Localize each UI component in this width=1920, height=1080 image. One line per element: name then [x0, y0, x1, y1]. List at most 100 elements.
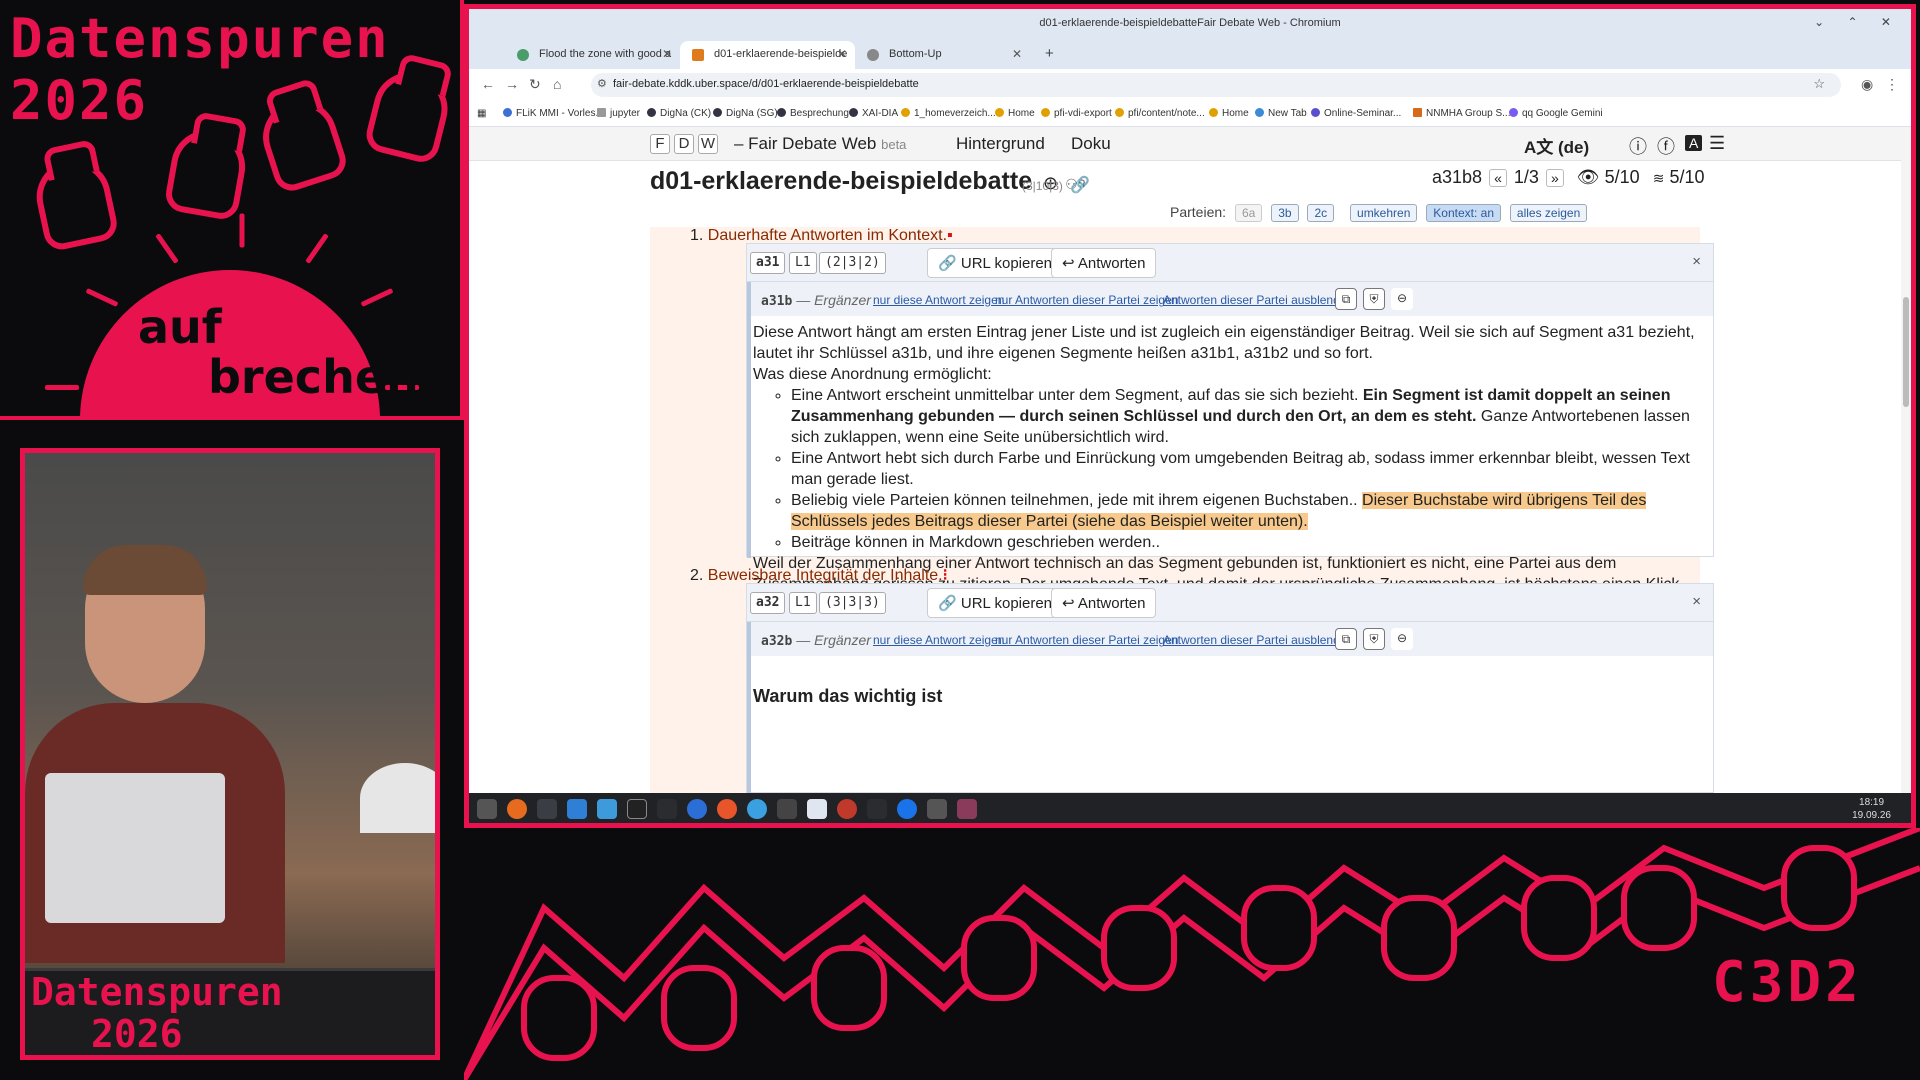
- copy-icon[interactable]: ⧉: [1335, 288, 1357, 310]
- hamburger-menu-icon[interactable]: ☰: [1709, 133, 1725, 154]
- nav-letter-d[interactable]: D: [674, 134, 694, 154]
- document-icon[interactable]: [807, 799, 827, 819]
- tools-icon[interactable]: [777, 799, 797, 819]
- bookmark-item[interactable]: Home: [1209, 108, 1249, 119]
- screen-recorder-icon[interactable]: [957, 799, 977, 819]
- segment-key-badge[interactable]: a31: [750, 252, 786, 274]
- reload-icon[interactable]: ↻: [529, 76, 541, 93]
- close-icon[interactable]: ×: [1692, 253, 1701, 270]
- party-2c-toggle[interactable]: 2c: [1307, 204, 1335, 222]
- scrollbar-thumb[interactable]: [1903, 297, 1909, 407]
- prev-button[interactable]: «: [1489, 169, 1507, 187]
- page-scrollbar[interactable]: [1901, 127, 1911, 793]
- terminal-icon[interactable]: [537, 799, 557, 819]
- window-controls[interactable]: ⌄ ⌃ ✕: [1814, 15, 1901, 29]
- bookmark-item[interactable]: jupyter: [597, 108, 640, 119]
- bookmark-item[interactable]: New Tab: [1255, 108, 1307, 119]
- font-size-icon[interactable]: A: [1685, 135, 1703, 151]
- link-doku[interactable]: Doku: [1071, 134, 1111, 154]
- show-all-button[interactable]: alles zeigen: [1509, 204, 1588, 222]
- launcher-icon[interactable]: [477, 799, 497, 819]
- bookmark-item[interactable]: DigNa (SG): [713, 108, 778, 119]
- shield-app-icon[interactable]: [837, 799, 857, 819]
- browser-icon[interactable]: [687, 799, 707, 819]
- files-icon[interactable]: [567, 799, 587, 819]
- bookmark-item[interactable]: qq Google Gemini: [1509, 108, 1603, 119]
- bookmark-item[interactable]: XAI-DIA: [849, 108, 898, 119]
- segment-marker-icon[interactable]: ⁝: [943, 567, 948, 584]
- contribution-navigator: a31b8 « 1/3 » 👁 5/10 ≋ 5/10: [1432, 167, 1704, 188]
- edge-icon[interactable]: [747, 799, 767, 819]
- tab-close-icon[interactable]: ✕: [1012, 47, 1022, 61]
- reverse-button[interactable]: umkehren: [1350, 204, 1418, 222]
- shell-icon[interactable]: [657, 799, 677, 819]
- level-badge[interactable]: L1: [789, 592, 817, 614]
- bookmark-item[interactable]: Besprechung: [777, 108, 849, 119]
- chromium-icon[interactable]: [897, 799, 917, 819]
- copy-url-button[interactable]: 🔗 URL kopieren: [927, 588, 1064, 618]
- link-icon[interactable]: 🔗: [1070, 177, 1090, 194]
- shield-icon[interactable]: ⛨: [1363, 288, 1385, 310]
- nav-letter-w[interactable]: W: [698, 134, 718, 154]
- firefox-icon[interactable]: [507, 799, 527, 819]
- bookmark-item[interactable]: 1_homeverzeich...: [901, 108, 996, 119]
- path-badge[interactable]: (2|3|2): [819, 252, 886, 274]
- pen-icon[interactable]: [867, 799, 887, 819]
- show-party-replies-link[interactable]: nur Antworten dieser Partei zeigen: [995, 633, 1178, 647]
- bookmark-item[interactable]: pfi-vdi-export: [1041, 108, 1112, 119]
- segment-marker-icon[interactable]: ▪: [947, 227, 953, 244]
- home-icon[interactable]: ⌂: [553, 76, 561, 92]
- link-hintergrund[interactable]: Hintergrund: [956, 134, 1045, 154]
- forward-arrow-icon[interactable]: →: [505, 76, 519, 92]
- copy-icon[interactable]: ⧉: [1335, 628, 1357, 650]
- copy-url-button[interactable]: 🔗 URL kopieren: [927, 248, 1064, 278]
- bookmark-item[interactable]: DigNa (CK): [647, 108, 711, 119]
- shield-icon[interactable]: ⛨: [1363, 628, 1385, 650]
- level-badge[interactable]: L1: [789, 252, 817, 274]
- path-badge[interactable]: (3|3|3): [819, 592, 886, 614]
- tab-close-icon[interactable]: ✕: [662, 47, 672, 61]
- site-info-icon[interactable]: ⚙: [597, 77, 607, 90]
- show-party-replies-link[interactable]: nur Antworten dieser Partei zeigen: [995, 293, 1178, 307]
- tab-bottom-up[interactable]: Bottom-Up ✕: [855, 41, 1030, 69]
- party-6a-toggle[interactable]: 6a: [1234, 204, 1263, 222]
- show-only-this-reply-link[interactable]: nur diese Antwort zeigen: [873, 293, 1004, 307]
- context-toggle[interactable]: Kontext: an: [1426, 204, 1501, 222]
- segment-key-badge[interactable]: a32: [750, 592, 786, 614]
- profile-icon[interactable]: ◉: [1861, 76, 1873, 93]
- bookmark-item[interactable]: FLiK MMI - Vorles...: [503, 108, 604, 119]
- apps-grid-icon[interactable]: ▦: [477, 108, 486, 119]
- bookmark-item[interactable]: NNMHA Group S...: [1413, 108, 1510, 119]
- bookmark-item[interactable]: Online-Seminar...: [1311, 108, 1401, 119]
- tab-fair-debate[interactable]: d01-erklaerende-beispielde ✕: [680, 41, 855, 69]
- fediverse-icon[interactable]: ⓕ: [1657, 133, 1675, 159]
- back-arrow-icon[interactable]: ←: [481, 76, 495, 92]
- reply-button[interactable]: ↩ Antworten: [1051, 248, 1157, 278]
- tab-flood-the-zone[interactable]: Flood the zone with good a ✕: [505, 41, 680, 69]
- app-icon[interactable]: [927, 799, 947, 819]
- info-icon[interactable]: ⓘ: [1629, 133, 1647, 159]
- bookmark-item[interactable]: Home: [995, 108, 1035, 119]
- bookmark-item[interactable]: pfi/content/note...: [1115, 108, 1205, 119]
- hide-party-replies-link[interactable]: Antworten dieser Partei ausblenden: [1163, 293, 1353, 307]
- zoom-out-icon[interactable]: ⊖: [1391, 288, 1413, 310]
- party-3b-toggle[interactable]: 3b: [1271, 204, 1299, 222]
- console-icon[interactable]: [627, 799, 647, 819]
- url-field[interactable]: ⚙ fair-debate.kddk.uber.space/d/d01-erkl…: [591, 73, 1841, 97]
- zoom-out-icon[interactable]: ⊖: [1391, 628, 1413, 650]
- nav-letter-f[interactable]: F: [650, 134, 670, 154]
- tab-close-icon[interactable]: ✕: [837, 47, 847, 61]
- language-switch-button[interactable]: A文 (de): [1524, 133, 1589, 158]
- show-only-this-reply-link[interactable]: nur diese Antwort zeigen: [873, 633, 1004, 647]
- system-clock[interactable]: 18:19 19.09.26: [1852, 796, 1891, 822]
- hide-party-replies-link[interactable]: Antworten dieser Partei ausblenden: [1163, 633, 1353, 647]
- new-tab-button[interactable]: +: [1045, 45, 1054, 62]
- menu-icon[interactable]: ⋮: [1885, 76, 1899, 93]
- next-button[interactable]: »: [1545, 169, 1564, 187]
- folder-icon[interactable]: [597, 799, 617, 819]
- close-icon[interactable]: ×: [1692, 593, 1701, 610]
- firefox-icon[interactable]: [717, 799, 737, 819]
- bookmark-star-icon[interactable]: ☆: [1813, 76, 1825, 92]
- sub-reply-key: a31b — Ergänzer: [761, 292, 871, 309]
- reply-button[interactable]: ↩ Antworten: [1051, 588, 1157, 618]
